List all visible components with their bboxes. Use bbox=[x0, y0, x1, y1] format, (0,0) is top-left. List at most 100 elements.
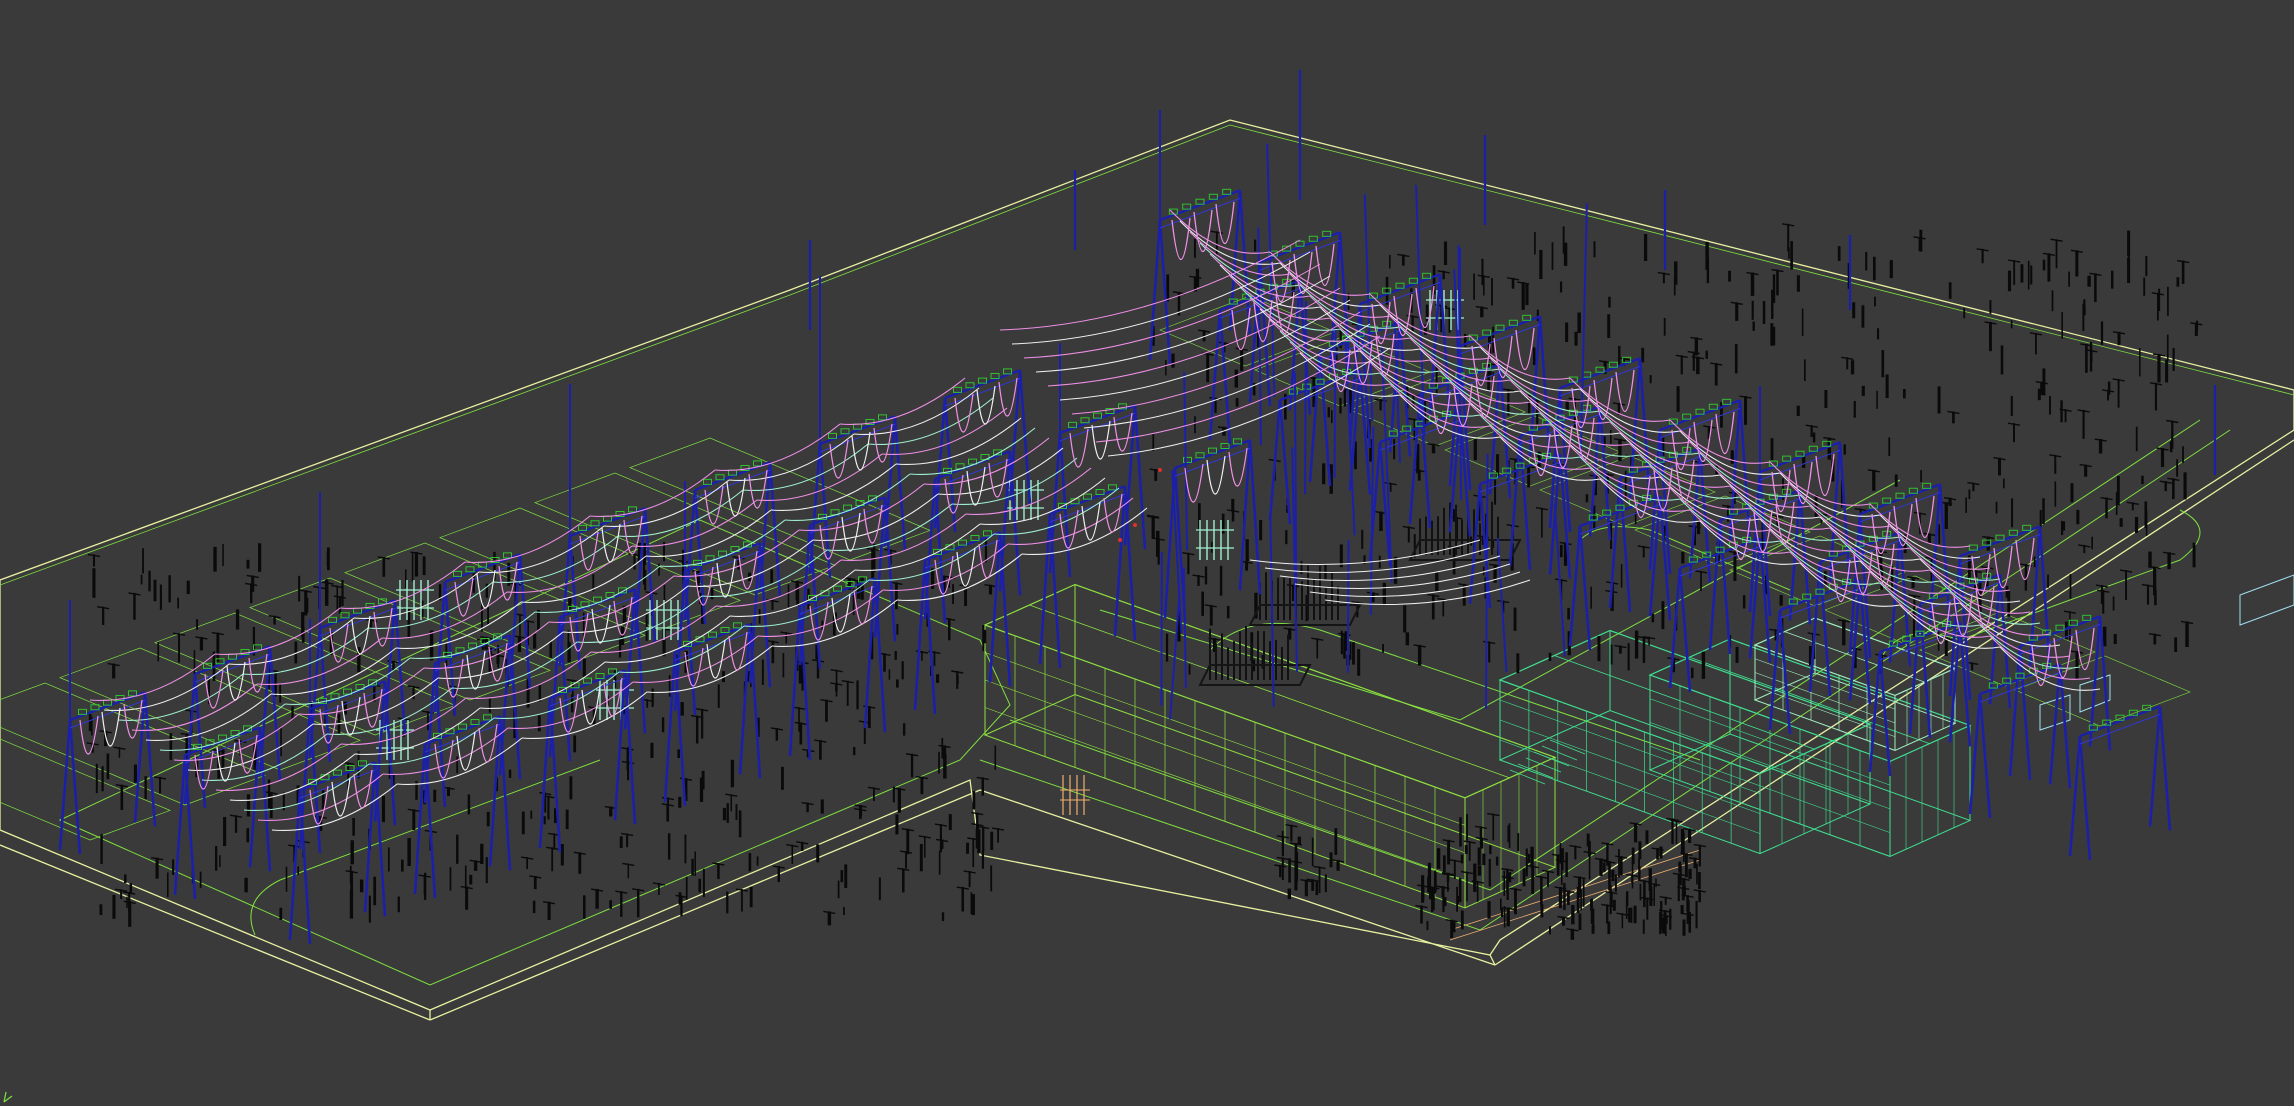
equipment-bar bbox=[780, 631, 793, 635]
equipment-bar bbox=[984, 584, 997, 588]
tower-beam bbox=[944, 369, 1021, 400]
tower-leg bbox=[663, 651, 677, 803]
equipment-bar bbox=[661, 796, 675, 801]
equipment-bar bbox=[1506, 277, 1520, 281]
conductor-span bbox=[742, 443, 869, 491]
pad-front-edge bbox=[0, 844, 431, 1021]
equipment-bar bbox=[2176, 259, 2190, 264]
conductor-span bbox=[770, 463, 897, 511]
equipment-bar bbox=[1475, 305, 1488, 310]
equipment-bar bbox=[1746, 271, 1759, 276]
equipment-bar bbox=[1710, 362, 1723, 366]
gantry-right bbox=[1968, 662, 2072, 819]
conductor-drop bbox=[1215, 201, 1235, 244]
tower-leg bbox=[2148, 706, 2162, 827]
bay-outline bbox=[0, 682, 266, 806]
equipment-bar bbox=[460, 885, 473, 890]
gantry-left bbox=[1038, 484, 1137, 669]
gantry-right bbox=[1568, 494, 1672, 651]
conductor-drop bbox=[1515, 327, 1535, 370]
equipment-bar bbox=[2089, 272, 2102, 277]
equipment-bar bbox=[115, 888, 128, 893]
conductor-span bbox=[242, 627, 369, 675]
equipment-bar bbox=[2148, 565, 2161, 570]
equipment-bar bbox=[801, 801, 814, 806]
tower-leg bbox=[423, 743, 437, 899]
equipment-bar bbox=[2035, 380, 2048, 385]
equipment-bar bbox=[951, 670, 964, 674]
conductor-span bbox=[1007, 497, 1134, 545]
tower-leg bbox=[1208, 309, 1222, 441]
tower-leg bbox=[1578, 525, 1592, 651]
equipment-bar bbox=[1509, 887, 1522, 891]
conductor-span bbox=[757, 589, 884, 637]
stair-step bbox=[1541, 745, 1578, 761]
conductor-span bbox=[382, 727, 509, 775]
tower-beam bbox=[1859, 483, 1941, 516]
road-outline bbox=[1209, 622, 1701, 761]
equipment-bar bbox=[1976, 248, 1989, 252]
equipment-bar bbox=[1286, 583, 1300, 588]
equipment-bar bbox=[1782, 223, 1795, 227]
equipment-bar bbox=[1289, 860, 1303, 864]
equipment-bar bbox=[1657, 271, 1670, 276]
equipment-bar bbox=[2152, 353, 2166, 357]
support-pole bbox=[1496, 538, 1508, 673]
equipment-bar bbox=[1672, 872, 1685, 877]
tower-leg bbox=[1123, 486, 1137, 641]
3d-viewport[interactable] bbox=[0, 0, 2294, 1106]
equipment-bar bbox=[899, 850, 913, 854]
conductor-drop bbox=[841, 512, 861, 552]
tower-leg bbox=[318, 627, 332, 763]
tower-leg bbox=[2078, 735, 2092, 861]
equipment-bar bbox=[1694, 570, 1708, 574]
equipment-bar bbox=[830, 668, 843, 673]
equipment-bar bbox=[1969, 569, 1982, 574]
equipment-bar bbox=[615, 890, 628, 894]
conductor-drop bbox=[738, 550, 758, 590]
conductor-drop bbox=[851, 431, 871, 471]
equipment-bar bbox=[2163, 551, 2176, 555]
warning-marker bbox=[1158, 468, 1162, 472]
tower-leg bbox=[1308, 351, 1322, 483]
equipment-bar bbox=[622, 862, 635, 867]
equipment-bar bbox=[901, 828, 914, 832]
equipment-bar bbox=[854, 804, 867, 808]
equipment-bar bbox=[115, 783, 128, 788]
equipment-bar bbox=[820, 698, 833, 703]
equipment-bar bbox=[1487, 812, 1500, 817]
equipment-bar bbox=[1626, 873, 1639, 878]
equipment-bar bbox=[2095, 584, 2109, 588]
equipment-bar bbox=[1274, 864, 1287, 868]
conductor-drop bbox=[976, 385, 996, 425]
equipment-bar bbox=[1982, 535, 1995, 540]
equipment-bar bbox=[1730, 301, 1743, 306]
equipment-bar bbox=[1984, 321, 1997, 325]
equipment-bar bbox=[1483, 640, 1496, 645]
equipment-bar bbox=[792, 706, 806, 710]
equipment-bar bbox=[1913, 236, 1926, 240]
equipment-bar bbox=[2166, 419, 2179, 424]
warning-marker bbox=[1133, 523, 1137, 527]
equipment-bar bbox=[195, 636, 208, 640]
conductor-span bbox=[395, 601, 522, 649]
equipment-bar bbox=[1397, 253, 1410, 258]
equipment-bar bbox=[1637, 545, 1650, 549]
equipment-bar bbox=[1568, 397, 1581, 401]
equipment-bar bbox=[632, 888, 645, 892]
conductor-drop bbox=[716, 558, 736, 598]
tower-leg bbox=[498, 716, 512, 871]
tower-leg bbox=[1968, 693, 1982, 815]
equipment-bar bbox=[99, 730, 112, 734]
tower-leg bbox=[193, 673, 207, 809]
equipment-bar bbox=[1283, 627, 1296, 631]
building-floor-line bbox=[1499, 719, 1761, 814]
equipment-bar bbox=[123, 891, 136, 895]
warning-marker bbox=[1118, 538, 1122, 542]
switchyard-equipment bbox=[86, 223, 2203, 940]
equipment-bar bbox=[1594, 857, 1608, 862]
equipment-bar bbox=[1612, 402, 1625, 406]
equipment-bar bbox=[1463, 840, 1476, 844]
equipment-bar bbox=[299, 589, 312, 593]
equipment-bar bbox=[1189, 275, 1202, 280]
